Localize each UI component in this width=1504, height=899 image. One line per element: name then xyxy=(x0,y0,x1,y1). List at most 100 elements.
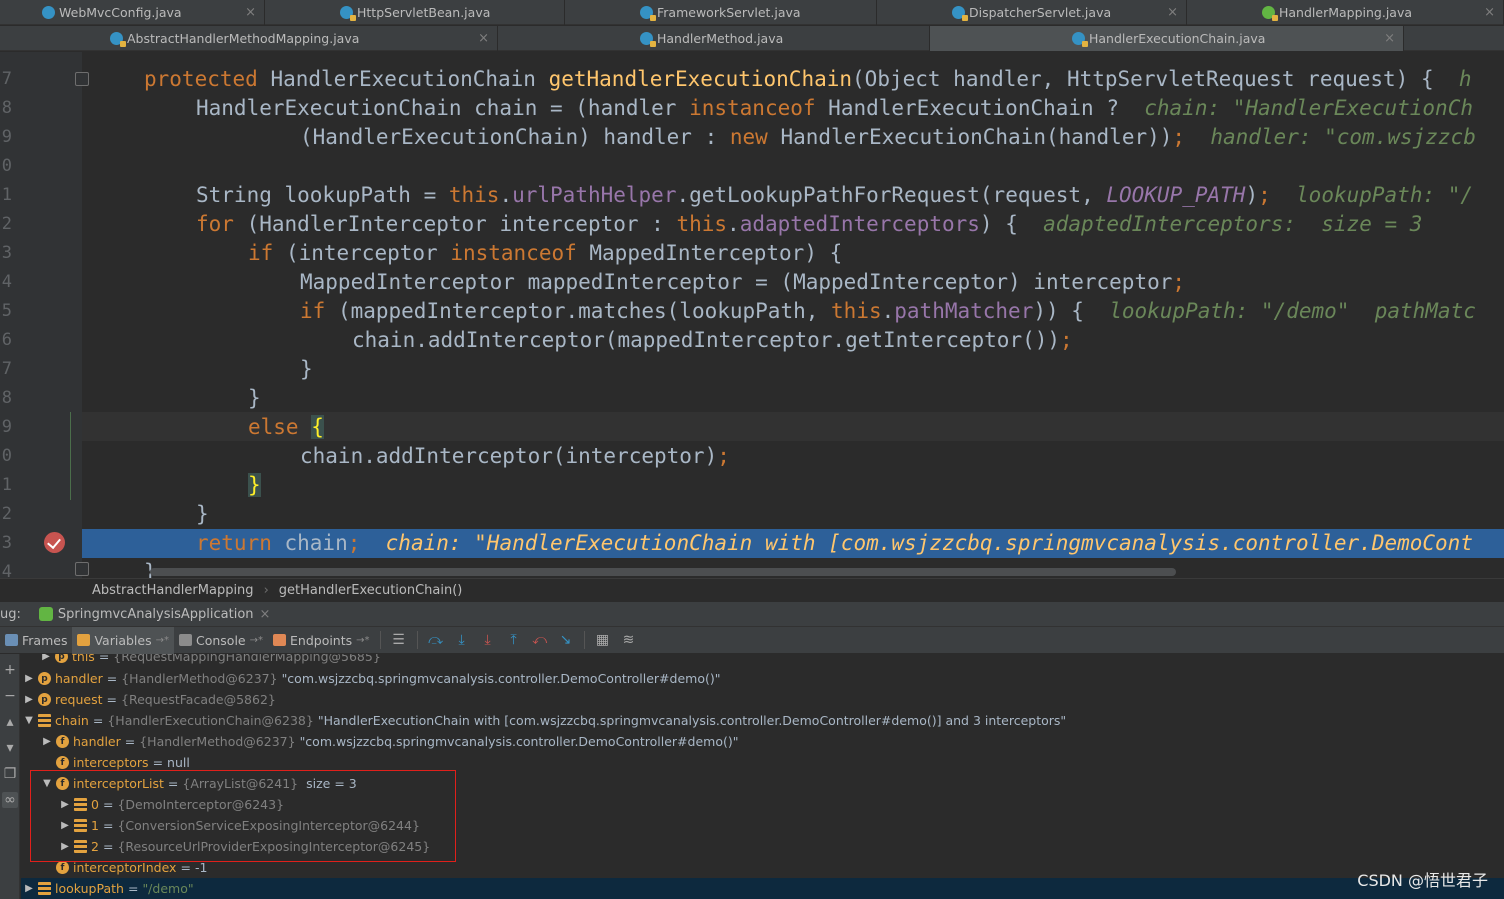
debug-toolbar: Frames Variables →* Console →* Endpoints… xyxy=(0,626,1504,654)
interface-icon xyxy=(1262,6,1278,21)
tab-variables[interactable]: Variables →* xyxy=(72,626,174,654)
tree-row[interactable]: ▼ chain = {HandlerExecutionChain@6238} "… xyxy=(21,710,1504,731)
tab-handlerexecutionchain[interactable]: HandlerExecutionChain.java × xyxy=(930,26,1404,51)
tree-row[interactable]: ▶ p request = {RequestFacade@5862} xyxy=(21,689,1504,710)
line-number: 2 xyxy=(1,504,12,524)
watches-icon[interactable]: ∞ xyxy=(2,792,18,808)
fold-toggle-icon[interactable] xyxy=(75,72,89,86)
expand-arrow-icon[interactable]: ▶ xyxy=(24,673,34,684)
step-into-icon[interactable]: ⤓ xyxy=(453,631,471,649)
tree-row[interactable]: ▶ f handler = {HandlerMethod@6237} "com.… xyxy=(21,731,1504,752)
lock-icon xyxy=(650,15,656,21)
line-number: 9 xyxy=(1,127,12,147)
pin-icon[interactable]: →* xyxy=(250,635,263,646)
close-icon[interactable]: × xyxy=(260,607,271,622)
step-out-icon[interactable]: ⤒ xyxy=(505,631,523,649)
code-line-execution-point[interactable]: return chain; chain: "HandlerExecutionCh… xyxy=(196,529,1473,558)
collapse-arrow-icon[interactable]: ▼ xyxy=(24,715,34,726)
breadcrumb-method[interactable]: getHandlerExecutionChain() xyxy=(279,583,463,598)
close-icon[interactable]: × xyxy=(1167,5,1178,20)
code-line[interactable]: HandlerExecutionChain chain = (handler i… xyxy=(196,94,1473,123)
expand-arrow-icon[interactable]: ▶ xyxy=(24,883,34,894)
step-over-icon[interactable]: ⤼ xyxy=(427,631,445,649)
param-icon: p xyxy=(38,693,51,706)
debug-tool-window-header: ug: SpringmvcAnalysisApplication × xyxy=(0,602,1504,627)
close-icon[interactable]: × xyxy=(245,5,256,20)
code-line[interactable]: } xyxy=(196,500,209,529)
code-line[interactable]: (HandlerExecutionChain) handler : new Ha… xyxy=(300,123,1476,152)
tab-endpoints[interactable]: Endpoints →* xyxy=(268,627,375,654)
editor-tab-row-1: WebMvcConfig.java × HttpServletBean.java… xyxy=(0,0,1504,25)
matched-brace: { xyxy=(311,415,324,439)
tab-console[interactable]: Console →* xyxy=(174,627,268,654)
variables-icon xyxy=(77,634,91,646)
breadcrumb-separator: › xyxy=(263,583,269,598)
tree-row[interactable]: ▶ p this = {RequestMappingHandlerMapping… xyxy=(21,654,1504,667)
breadcrumb-class[interactable]: AbstractHandlerMapping xyxy=(92,583,254,598)
code-line[interactable]: else { xyxy=(248,413,324,442)
run-to-cursor-icon[interactable]: ↘ xyxy=(557,631,575,649)
console-icon xyxy=(178,634,192,646)
line-number: 0 xyxy=(1,446,12,466)
expand-arrow-icon[interactable]: ▶ xyxy=(41,654,51,662)
move-down-icon[interactable]: ▾ xyxy=(2,740,18,756)
tab-frames[interactable]: Frames xyxy=(0,627,72,654)
line-number: 7 xyxy=(1,359,12,379)
code-line[interactable]: } xyxy=(248,471,261,500)
toolbar-separator xyxy=(379,631,381,649)
class-icon xyxy=(952,6,968,21)
close-icon[interactable]: × xyxy=(1484,5,1495,20)
field-icon: f xyxy=(56,861,69,874)
code-line[interactable]: String lookupPath = this.urlPathHelper.g… xyxy=(196,181,1473,210)
remove-watch-icon[interactable]: − xyxy=(2,688,18,704)
horizontal-scrollbar[interactable] xyxy=(150,568,1176,576)
tab-handlermethod[interactable]: HandlerMethod.java xyxy=(498,26,930,51)
code-line[interactable]: } xyxy=(300,355,313,384)
pin-icon[interactable]: →* xyxy=(356,635,369,646)
tree-row[interactable]: ▶ p handler = {HandlerMethod@6237} "com.… xyxy=(21,668,1504,689)
code-line[interactable]: MappedInterceptor mappedInterceptor = (M… xyxy=(300,268,1185,297)
line-number: 3 xyxy=(1,243,12,263)
close-icon[interactable]: × xyxy=(478,31,489,46)
code-line[interactable]: chain.addInterceptor(mappedInterceptor.g… xyxy=(352,326,1073,355)
tab-frameworkservlet[interactable]: FrameworkServlet.java xyxy=(565,0,877,25)
add-watch-icon[interactable]: + xyxy=(2,662,18,678)
class-icon xyxy=(640,32,656,47)
tab-webmvcconfig[interactable]: WebMvcConfig.java × xyxy=(0,0,265,25)
class-icon xyxy=(1072,32,1088,47)
code-line[interactable]: for (HandlerInterceptor interceptor : th… xyxy=(196,210,1422,239)
pin-icon[interactable]: →* xyxy=(156,635,169,646)
code-line[interactable]: if (mappedInterceptor.matches(lookupPath… xyxy=(300,297,1476,326)
tab-httpservletbean[interactable]: HttpServletBean.java xyxy=(265,0,565,25)
tab-label: AbstractHandlerMethodMapping.java xyxy=(127,31,360,46)
variables-tree[interactable]: ▶ p this = {RequestMappingHandlerMapping… xyxy=(21,654,1504,899)
drop-frame-icon[interactable]: ⤺ xyxy=(531,631,549,649)
code-line[interactable]: if (interceptor instanceof MappedInterce… xyxy=(248,239,842,268)
code-editor[interactable]: 7 8 9 0 1 2 3 4 5 6 7 8 9 0 1 2 3 4 prot… xyxy=(0,52,1504,578)
tab-dispatcherservlet[interactable]: DispatcherServlet.java × xyxy=(877,0,1187,25)
debug-session-tab[interactable]: SpringmvcAnalysisApplication × xyxy=(38,607,271,622)
code-line[interactable]: protected HandlerExecutionChain getHandl… xyxy=(144,65,1472,94)
evaluate-icon[interactable]: ▦ xyxy=(594,631,612,649)
class-icon xyxy=(340,6,356,21)
tree-row-selected[interactable]: ▶ lookupPath = "/demo" xyxy=(21,878,1504,899)
trace-icon[interactable]: ≋ xyxy=(620,631,638,649)
move-up-icon[interactable]: ▴ xyxy=(2,714,18,730)
expand-arrow-icon[interactable]: ▶ xyxy=(24,694,34,705)
force-step-into-icon[interactable]: ⤓ xyxy=(479,631,497,649)
tab-label: Endpoints xyxy=(290,632,353,648)
tab-abstracthandlermethodmapping[interactable]: AbstractHandlerMethodMapping.java × xyxy=(0,26,498,51)
code-line[interactable]: } xyxy=(248,384,261,413)
list-icon[interactable]: ☰ xyxy=(390,631,408,649)
matched-brace: } xyxy=(248,473,261,497)
expand-arrow-icon[interactable]: ▶ xyxy=(42,736,52,747)
editor-gutter[interactable]: 7 8 9 0 1 2 3 4 5 6 7 8 9 0 1 2 3 4 xyxy=(0,52,89,578)
annotation-highlight-box xyxy=(30,770,456,862)
breakpoint-icon[interactable] xyxy=(44,532,65,553)
fold-toggle-icon[interactable] xyxy=(75,562,89,576)
close-icon[interactable]: × xyxy=(1384,31,1395,46)
tab-handlermapping[interactable]: HandlerMapping.java × xyxy=(1187,0,1504,25)
copy-icon[interactable]: ❐ xyxy=(2,766,18,782)
line-number: 8 xyxy=(1,388,12,408)
code-line[interactable]: chain.addInterceptor(interceptor); xyxy=(300,442,730,471)
